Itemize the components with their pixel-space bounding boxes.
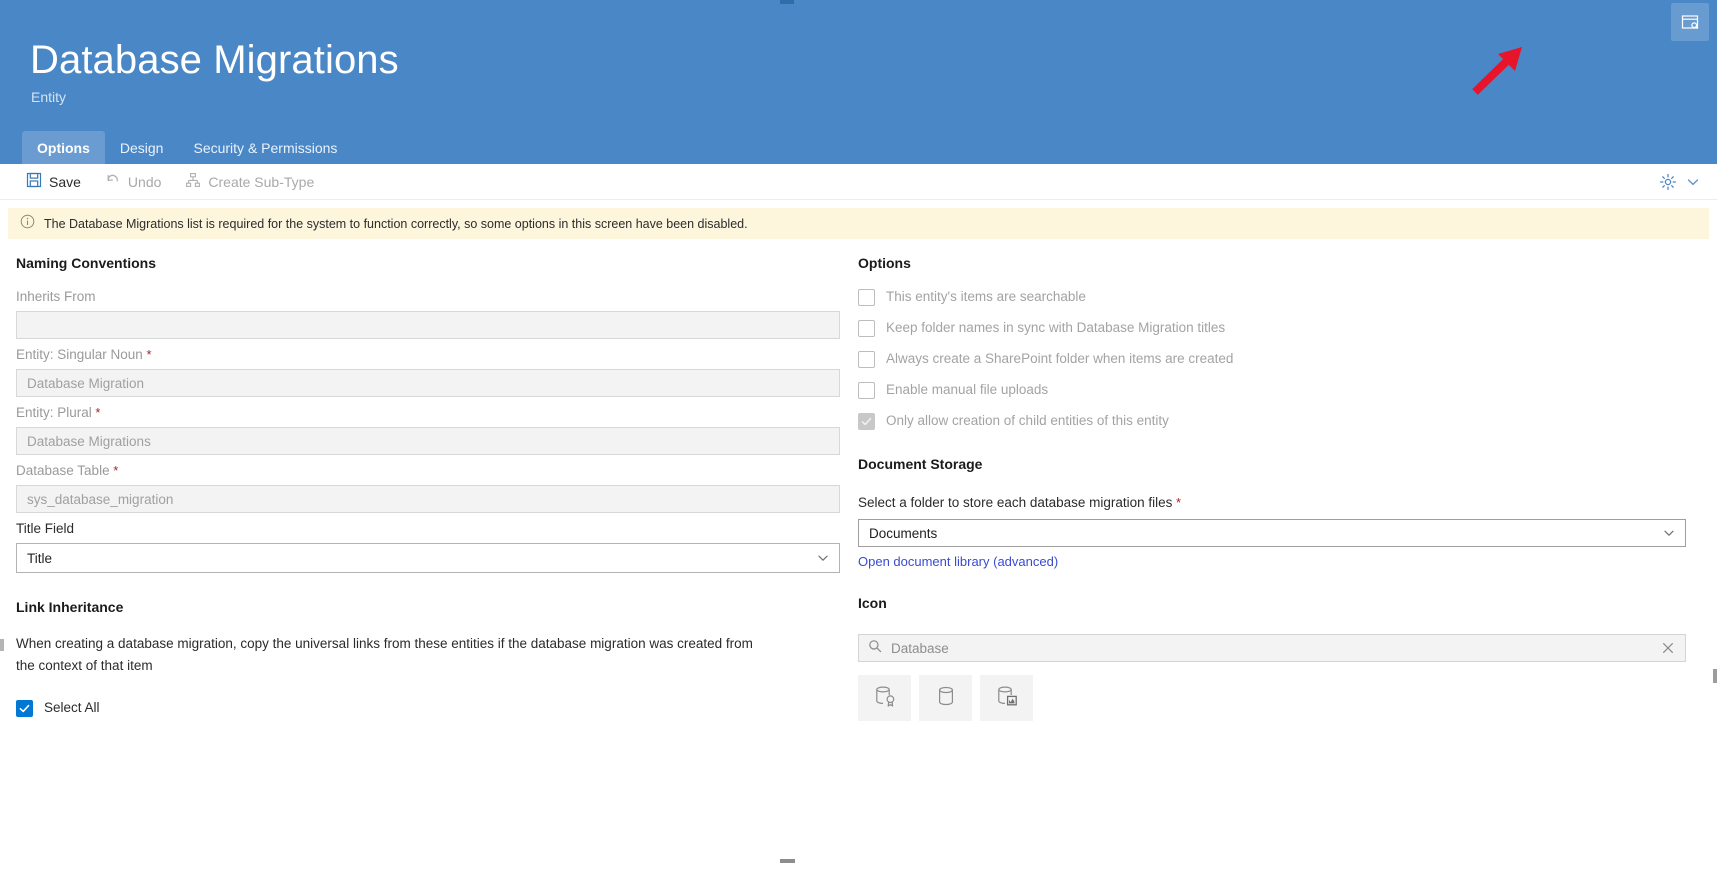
horizontal-scroll-handle[interactable] — [780, 859, 795, 863]
form-content: Naming Conventions Inherits From Entity:… — [0, 239, 1717, 863]
chevron-down-icon — [816, 551, 830, 565]
icon-search-input[interactable]: Database — [858, 634, 1686, 662]
option-folder-sync-label: Keep folder names in sync with Database … — [886, 320, 1226, 335]
info-banner: The Database Migrations list is required… — [8, 208, 1709, 239]
option-child-entities-checkbox[interactable] — [858, 412, 875, 430]
icon-result-database-chart[interactable] — [980, 675, 1033, 721]
field-label-singular-noun: Entity: Singular Noun * — [16, 347, 152, 362]
field-inherits-from: Inherits From — [16, 288, 840, 339]
link-inheritance-description: When creating a database migration, copy… — [16, 636, 753, 673]
page-title: Database Migrations — [30, 38, 399, 82]
icon-results-list — [858, 675, 1686, 721]
inherits-from-input[interactable] — [16, 311, 840, 339]
plural-input[interactable]: Database Migrations — [16, 427, 840, 455]
option-searchable-label: This entity's items are searchable — [886, 289, 1086, 304]
app-header: Database Migrations Entity Options Desig… — [0, 0, 1717, 164]
window-preview-icon — [1680, 12, 1700, 32]
gear-icon[interactable] — [1659, 173, 1677, 191]
select-all-label: Select All — [44, 700, 100, 715]
required-marker: * — [142, 347, 152, 362]
tab-bar: Options Design Security & Permissions — [22, 128, 352, 164]
save-button[interactable]: Save — [24, 167, 91, 197]
option-folder-sync-checkbox[interactable] — [858, 319, 875, 337]
option-child-entities-row[interactable]: Only allow creation of child entities of… — [858, 412, 1686, 430]
option-manual-uploads-row[interactable]: Enable manual file uploads — [858, 381, 1686, 399]
chevron-down-icon — [1662, 526, 1676, 540]
field-database-table: Database Table * sys_database_migration — [16, 462, 840, 513]
title-field-select[interactable]: Title — [16, 543, 840, 573]
save-label: Save — [49, 173, 81, 190]
page-subtitle: Entity — [31, 89, 67, 105]
options-heading: Options — [858, 255, 911, 271]
tab-options[interactable]: Options — [22, 131, 105, 164]
window-preview-button[interactable] — [1671, 3, 1709, 41]
select-all-row[interactable]: Select All — [16, 699, 840, 717]
icon-search-value: Database — [891, 640, 949, 656]
title-field-value: Title — [27, 550, 53, 566]
singular-noun-input[interactable]: Database Migration — [16, 369, 840, 397]
required-marker: * — [109, 463, 119, 478]
field-label-database-table: Database Table * — [16, 463, 119, 478]
left-edge-tick — [0, 639, 4, 651]
field-label-title-field: Title Field — [16, 521, 75, 536]
info-banner-text: The Database Migrations list is required… — [44, 216, 748, 231]
undo-icon — [105, 172, 121, 191]
database-table-input[interactable]: sys_database_migration — [16, 485, 840, 513]
options-column: Options This entity's items are searchab… — [858, 255, 1686, 721]
close-icon[interactable] — [1661, 641, 1675, 655]
field-singular-noun: Entity: Singular Noun * Database Migrati… — [16, 346, 840, 397]
option-manual-uploads-checkbox[interactable] — [858, 381, 875, 399]
tab-security-permissions[interactable]: Security & Permissions — [178, 131, 352, 164]
database-chart-icon — [994, 683, 1020, 714]
folder-select[interactable]: Documents — [858, 519, 1686, 547]
folder-select-label: Select a folder to store each database m… — [858, 495, 1182, 510]
database-icon — [933, 683, 959, 714]
undo-label: Undo — [127, 173, 162, 190]
option-child-entities-label: Only allow creation of child entities of… — [886, 413, 1169, 428]
create-subtype-button[interactable]: Create Sub-Type — [183, 167, 324, 197]
option-searchable-row[interactable]: This entity's items are searchable — [858, 288, 1686, 306]
icon-result-database-badge[interactable] — [858, 675, 911, 721]
top-divider-tick — [780, 0, 794, 4]
option-sharepoint-folder-checkbox[interactable] — [858, 350, 875, 368]
toolbar-right-group — [1659, 164, 1701, 200]
select-all-checkbox[interactable] — [16, 699, 33, 717]
search-icon — [868, 639, 882, 658]
open-document-library-link[interactable]: Open document library (advanced) — [858, 554, 1058, 569]
icon-result-database[interactable] — [919, 675, 972, 721]
field-label-plural: Entity: Plural * — [16, 405, 101, 420]
naming-conventions-column: Naming Conventions Inherits From Entity:… — [16, 255, 840, 730]
right-edge-tick — [1713, 669, 1717, 683]
link-inheritance-heading: Link Inheritance — [16, 599, 124, 615]
subtype-icon — [185, 172, 201, 191]
icon-heading: Icon — [858, 595, 887, 611]
option-folder-sync-row[interactable]: Keep folder names in sync with Database … — [858, 319, 1686, 337]
field-plural: Entity: Plural * Database Migrations — [16, 404, 840, 455]
folder-select-value: Documents — [869, 525, 938, 541]
command-toolbar: Save Undo Create Sub-Type — [0, 164, 1717, 200]
chevron-down-icon[interactable] — [1685, 174, 1701, 190]
option-sharepoint-folder-label: Always create a SharePoint folder when i… — [886, 351, 1234, 366]
document-storage-heading: Document Storage — [858, 456, 983, 472]
tab-design[interactable]: Design — [105, 131, 179, 164]
naming-conventions-heading: Naming Conventions — [16, 255, 157, 271]
database-badge-icon — [872, 683, 898, 714]
info-icon — [20, 214, 35, 234]
undo-button[interactable]: Undo — [103, 167, 171, 197]
field-label-inherits-from: Inherits From — [16, 289, 96, 304]
field-title-field: Title Field Title — [16, 520, 840, 573]
save-icon — [26, 172, 42, 191]
required-marker: * — [91, 405, 101, 420]
option-manual-uploads-label: Enable manual file uploads — [886, 382, 1049, 397]
required-marker: * — [1172, 495, 1182, 510]
option-searchable-checkbox[interactable] — [858, 288, 875, 306]
create-subtype-label: Create Sub-Type — [208, 173, 315, 190]
annotation-arrow-icon — [1472, 47, 1522, 95]
option-sharepoint-folder-row[interactable]: Always create a SharePoint folder when i… — [858, 350, 1686, 368]
